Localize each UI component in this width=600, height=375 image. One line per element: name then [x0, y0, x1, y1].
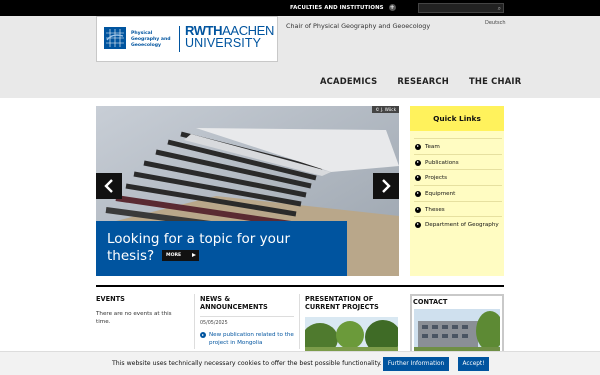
building-photo — [414, 309, 500, 354]
quick-link-label: Theses — [425, 206, 445, 213]
news-item-text: New publication related to the project i… — [209, 332, 294, 346]
logo-divider — [179, 26, 180, 52]
quick-link-team[interactable]: Team — [414, 138, 502, 154]
chevron-right-icon — [382, 179, 391, 193]
arrow-bullet-icon — [415, 206, 421, 213]
quick-link-label: Projects — [425, 174, 448, 181]
quick-link-department[interactable]: Department of Geography — [414, 216, 502, 232]
arrow-bullet-icon — [415, 190, 421, 197]
further-information-button[interactable]: Further Information — [383, 357, 449, 371]
chair-name[interactable]: Chair of Physical Geography and Geoecolo… — [286, 22, 430, 30]
accept-button[interactable]: Accept! — [458, 357, 489, 371]
arrow-bullet-icon — [415, 221, 421, 228]
quick-link-label: Department of Geography — [425, 221, 499, 228]
arrow-bullet-icon — [200, 332, 206, 338]
cookie-text: This website uses technically necessary … — [112, 360, 382, 367]
column-separator — [194, 294, 195, 349]
nav-academics[interactable]: ACADEMICS — [320, 76, 377, 86]
cookie-banner: This website uses technically necessary … — [0, 351, 600, 375]
quick-link-label: Team — [425, 143, 440, 150]
quick-link-label: Equipment — [425, 190, 456, 197]
caption-text[interactable]: Looking for a topic for your thesis? — [107, 231, 337, 265]
main-navigation: ACADEMICS RESEARCH THE CHAIR — [320, 76, 521, 86]
building-image[interactable] — [414, 309, 500, 354]
quick-link-projects[interactable]: Projects — [414, 169, 502, 185]
quick-links-panel: Quick Links Team Publications Projects E… — [410, 106, 504, 276]
more-button[interactable]: MORE — [162, 250, 199, 261]
events-title: EVENTS — [96, 295, 125, 303]
nav-research[interactable]: RESEARCH — [397, 76, 449, 86]
top-bar: FACULTIES AND INSTITUTIONS + ⌕ — [0, 0, 600, 16]
search-icon[interactable]: ⌕ — [498, 5, 501, 12]
column-separator — [299, 294, 300, 349]
globe-logo-icon — [104, 27, 126, 49]
slider-prev-button[interactable] — [96, 173, 122, 199]
arrow-bullet-icon — [415, 174, 421, 181]
quick-link-theses[interactable]: Theses — [414, 201, 502, 217]
search-input[interactable]: ⌕ — [418, 3, 504, 13]
news-date: 05/05/2025 — [200, 321, 228, 326]
faculties-menu[interactable]: FACULTIES AND INSTITUTIONS + — [290, 4, 396, 11]
quick-link-publications[interactable]: Publications — [414, 154, 502, 170]
rwth-wordmark: RWTHAACHEN UNIVERSITY — [185, 23, 274, 50]
news-rule — [200, 316, 294, 317]
quick-link-equipment[interactable]: Equipment — [414, 185, 502, 201]
slider-caption: Looking for a topic for your thesis? — [96, 221, 347, 276]
projects-title: PRESENTATION OF CURRENT PROJECTS — [305, 295, 379, 311]
quick-link-label: Publications — [425, 159, 459, 166]
chair-logo-text: Physical Geography and Geoecology — [131, 31, 171, 48]
chevron-left-icon — [104, 179, 113, 193]
news-title: NEWS & ANNOUNCEMENTS — [200, 295, 268, 311]
contact-title: CONTACT — [413, 298, 448, 306]
nav-the-chair[interactable]: THE CHAIR — [469, 76, 521, 86]
arrow-bullet-icon — [415, 159, 421, 166]
arrow-bullet-icon — [415, 143, 421, 150]
plus-icon: + — [388, 4, 396, 11]
section-divider — [96, 285, 504, 287]
site-header: Physical Geography and Geoecology RWTHAA… — [0, 16, 600, 98]
faculties-label: FACULTIES AND INSTITUTIONS — [290, 4, 384, 11]
more-label: MORE — [166, 253, 182, 258]
university-logo[interactable]: Physical Geography and Geoecology RWTHAA… — [96, 16, 278, 62]
news-item-link[interactable]: New publication related to the project i… — [200, 331, 294, 347]
photo-credit: © J. Wöck — [372, 106, 399, 113]
language-switch[interactable]: Deutsch — [485, 20, 506, 26]
events-text: There are no events at this time. — [96, 311, 172, 325]
slider-next-button[interactable] — [373, 173, 399, 199]
quick-links-title: Quick Links — [410, 106, 504, 131]
arrow-right-icon — [192, 253, 196, 257]
